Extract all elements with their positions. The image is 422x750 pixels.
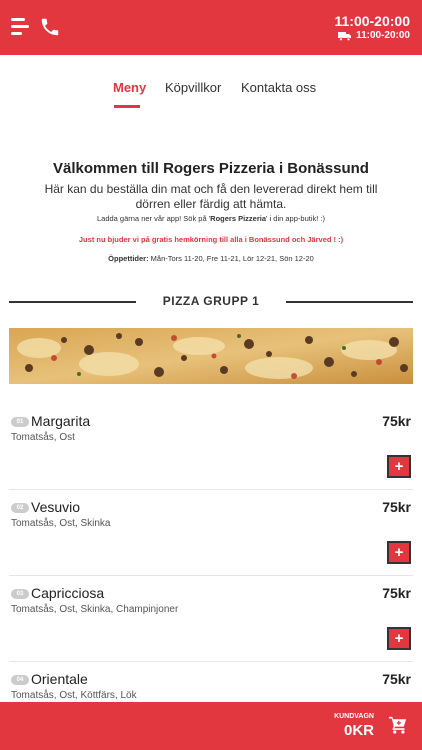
item-description: Tomatsås, Ost, Skinka [11, 518, 111, 529]
welcome-title: Välkommen till Rogers Pizzeria i Bonässu… [53, 160, 369, 177]
active-tab-indicator [114, 105, 140, 108]
truck-icon [338, 31, 352, 41]
cart-icon[interactable] [388, 716, 408, 734]
opening-hours-text: Öppettider: Mån-Tors 11-20, Fre 11-21, L… [108, 254, 314, 263]
phone-icon[interactable] [39, 16, 61, 38]
menu-item[interactable]: 01 Margarita 75kr Tomatsås, Ost + [0, 405, 422, 490]
add-to-cart-button[interactable]: + [387, 455, 411, 478]
item-price: 75kr [382, 671, 411, 687]
item-number: 01 [11, 417, 29, 427]
item-name: Orientale [31, 671, 88, 687]
item-description: Tomatsås, Ost, Skinka, Champinjoner [11, 604, 179, 615]
item-description: Tomatsås, Ost, Köttfärs, Lök [11, 690, 137, 701]
cart-total: 0KR [343, 722, 374, 739]
divider [9, 575, 413, 576]
app-note: Ladda gärna ner vår app! Sök på 'Rogers … [96, 214, 325, 223]
delivery-hours: 11:00-20:00 [338, 30, 410, 41]
tab-bar: Meny Köpvillkor Kontakta oss [0, 76, 422, 110]
item-price: 75kr [382, 413, 411, 429]
item-price: 75kr [382, 585, 411, 601]
item-name: Capricciosa [31, 585, 105, 601]
top-bar: 11:00-20:00 11:00-20:00 [0, 0, 422, 55]
item-name: Margarita [31, 413, 91, 429]
cart-label: KUNDVAGN [334, 713, 374, 720]
item-description: Tomatsås, Ost [11, 432, 75, 443]
opening-hours: 11:00-20:00 [334, 13, 410, 29]
item-number: 03 [11, 589, 29, 599]
cart-bar[interactable]: KUNDVAGN 0KR [0, 702, 422, 750]
menu-item[interactable]: 03 Capricciosa 75kr Tomatsås, Ost, Skink… [0, 577, 422, 662]
item-number: 02 [11, 503, 29, 513]
delivery-hours-text: 11:00-20:00 [356, 30, 410, 41]
divider [9, 489, 413, 490]
item-name: Vesuvio [31, 499, 81, 515]
menu-icon[interactable] [11, 18, 31, 36]
tab-meny[interactable]: Meny [113, 80, 146, 95]
menu-item[interactable]: 02 Vesuvio 75kr Tomatsås, Ost, Skinka + [0, 491, 422, 576]
add-to-cart-button[interactable]: + [387, 627, 411, 650]
divider [9, 661, 413, 662]
tab-kontakta-oss[interactable]: Kontakta oss [241, 80, 316, 95]
welcome-intro: Här kan du beställa din mat och få den l… [44, 182, 378, 211]
item-number: 04 [11, 675, 29, 685]
add-to-cart-button[interactable]: + [387, 541, 411, 564]
section-heading: PIZZA GRUPP 1 [0, 293, 422, 311]
promo-text: Just nu bjuder vi på gratis hemkörning t… [78, 235, 344, 244]
divider [286, 301, 413, 303]
item-price: 75kr [382, 499, 411, 515]
pizza-banner-image [9, 328, 413, 384]
welcome-section: Välkommen till Rogers Pizzeria i Bonässu… [0, 160, 422, 263]
tab-kopvillkor[interactable]: Köpvillkor [165, 80, 221, 95]
